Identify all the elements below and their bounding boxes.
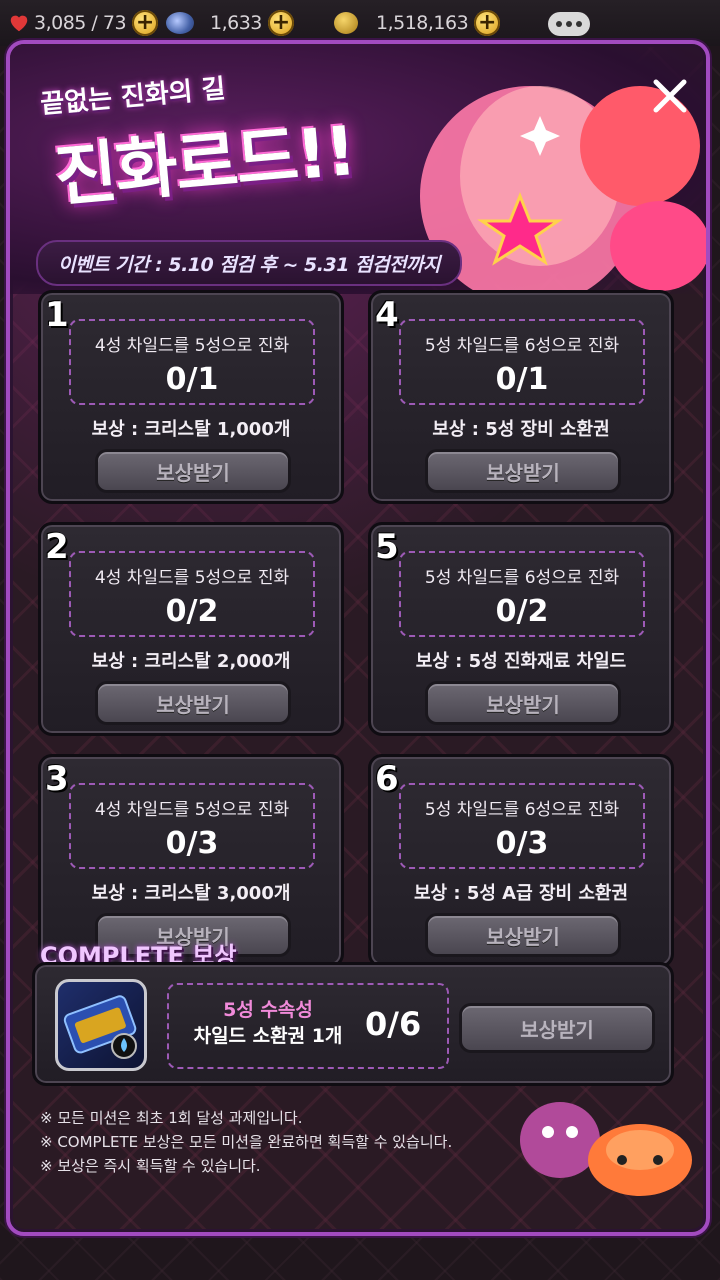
add-hearts-button[interactable]: + bbox=[132, 10, 159, 36]
claim-reward-button[interactable]: 보상받기 bbox=[425, 913, 621, 957]
mission-card-6: 6 5성 차일드를 6성으로 진화 0/3 보상 : 5성 A급 장비 소환권 … bbox=[368, 754, 674, 968]
claim-reward-button[interactable]: 보상받기 bbox=[425, 681, 621, 725]
mission-card-2: 2 4성 차일드를 5성으로 진화 0/2 보상 : 크리스탈 2,000개 보… bbox=[38, 522, 344, 736]
mission-box: 5성 차일드를 6성으로 진화 0/3 bbox=[399, 783, 645, 869]
claim-complete-reward-button[interactable]: 보상받기 bbox=[459, 1003, 655, 1053]
mission-number: 1 bbox=[45, 295, 69, 335]
mission-description: 4성 차일드를 5성으로 진화 bbox=[94, 568, 290, 588]
mission-description: 5성 차일드를 6성으로 진화 bbox=[424, 800, 620, 820]
heart-icon bbox=[10, 15, 28, 32]
mission-number: 6 bbox=[375, 759, 399, 799]
mission-reward: 보상 : 5성 진화재료 차일드 bbox=[415, 651, 627, 672]
note-line: ※ 보상은 즉시 획득할 수 있습니다. bbox=[40, 1157, 261, 1175]
slime-characters-icon bbox=[520, 1102, 692, 1196]
mission-card-5: 5 5성 차일드를 6성으로 진화 0/2 보상 : 5성 진화재료 차일드 보… bbox=[368, 522, 674, 736]
mission-number: 4 bbox=[375, 295, 399, 335]
mission-description: 4성 차일드를 5성으로 진화 bbox=[94, 336, 290, 356]
mission-reward: 보상 : 크리스탈 2,000개 bbox=[91, 651, 291, 672]
mission-number: 3 bbox=[45, 759, 69, 799]
event-period: 이벤트 기간 : 5.10 점검 후 ~ 5.31 점검전까지 bbox=[36, 240, 462, 286]
claim-reward-button[interactable]: 보상받기 bbox=[425, 449, 621, 493]
note-line: ※ 모든 미션은 최초 1회 달성 과제입니다. bbox=[40, 1109, 303, 1127]
mission-progress: 0/3 bbox=[495, 826, 549, 861]
mission-box: 4성 차일드를 5성으로 진화 0/1 bbox=[69, 319, 315, 405]
hearts-resource: 3,085 / 73 + bbox=[8, 8, 159, 38]
mission-description: 5성 차일드를 6성으로 진화 bbox=[424, 336, 620, 356]
mission-progress: 0/3 bbox=[165, 826, 219, 861]
event-banner: 끝없는 진화의 길 진화로드!! 이벤트 기간 : 5.10 점검 후 ~ 5.… bbox=[10, 44, 706, 306]
mission-box: 4성 차일드를 5성으로 진화 0/2 bbox=[69, 551, 315, 637]
mission-box: 4성 차일드를 5성으로 진화 0/3 bbox=[69, 783, 315, 869]
add-gold-button[interactable]: + bbox=[474, 10, 501, 36]
mission-box: 5성 차일드를 6성으로 진화 0/1 bbox=[399, 319, 645, 405]
mission-card-1: 1 4성 차일드를 5성으로 진화 0/1 보상 : 크리스탈 1,000개 보… bbox=[38, 290, 344, 504]
mission-reward: 보상 : 크리스탈 1,000개 bbox=[91, 419, 291, 440]
add-gems-button[interactable]: + bbox=[267, 10, 294, 36]
claim-reward-button[interactable]: 보상받기 bbox=[95, 449, 291, 493]
complete-item-line2: 차일드 소환권 1개 bbox=[193, 1025, 343, 1047]
more-menu-button[interactable] bbox=[548, 12, 590, 36]
close-icon[interactable] bbox=[646, 72, 694, 120]
mission-reward: 보상 : 5성 장비 소환권 bbox=[432, 419, 610, 440]
mission-number: 2 bbox=[45, 527, 69, 567]
summon-ticket-icon bbox=[55, 979, 147, 1071]
gems-resource: 1,633 + bbox=[166, 8, 294, 38]
complete-reward-panel: 5성 수속성 차일드 소환권 1개 0/6 보상받기 bbox=[32, 962, 674, 1086]
complete-reward-box: 5성 수속성 차일드 소환권 1개 0/6 bbox=[167, 983, 449, 1069]
note-line: ※ COMPLETE 보상은 모든 미션을 완료하면 획득할 수 있습니다. bbox=[40, 1133, 453, 1151]
mission-progress: 0/2 bbox=[495, 594, 549, 629]
complete-progress: 0/6 bbox=[365, 1005, 422, 1043]
mission-reward: 보상 : 5성 A급 장비 소환권 bbox=[413, 883, 629, 904]
ticket-art-icon bbox=[63, 995, 137, 1059]
hearts-value: 3,085 / 73 bbox=[34, 12, 127, 34]
notes: ※ 모든 미션은 최초 1회 달성 과제입니다. ※ COMPLETE 보상은 … bbox=[40, 1106, 452, 1178]
gems-value: 1,633 bbox=[210, 12, 262, 34]
mission-progress: 0/1 bbox=[495, 362, 549, 397]
mission-description: 4성 차일드를 5성으로 진화 bbox=[94, 800, 290, 820]
claim-reward-button[interactable]: 보상받기 bbox=[95, 681, 291, 725]
mission-number: 5 bbox=[375, 527, 399, 567]
mission-progress: 0/1 bbox=[165, 362, 219, 397]
complete-reward-item: 5성 수속성 차일드 소환권 1개 bbox=[183, 997, 353, 1049]
mission-description: 5성 차일드를 6성으로 진화 bbox=[424, 568, 620, 588]
gold-value: 1,518,163 bbox=[376, 12, 469, 34]
mission-reward: 보상 : 크리스탈 3,000개 bbox=[91, 883, 291, 904]
gem-icon bbox=[166, 12, 194, 34]
gold-resource: 1,518,163 + bbox=[334, 8, 501, 38]
mission-box: 5성 차일드를 6성으로 진화 0/2 bbox=[399, 551, 645, 637]
mission-card-4: 4 5성 차일드를 6성으로 진화 0/1 보상 : 5성 장비 소환권 보상받… bbox=[368, 290, 674, 504]
coin-icon bbox=[334, 12, 358, 34]
complete-item-line1: 5성 수속성 bbox=[223, 999, 313, 1021]
mission-progress: 0/2 bbox=[165, 594, 219, 629]
